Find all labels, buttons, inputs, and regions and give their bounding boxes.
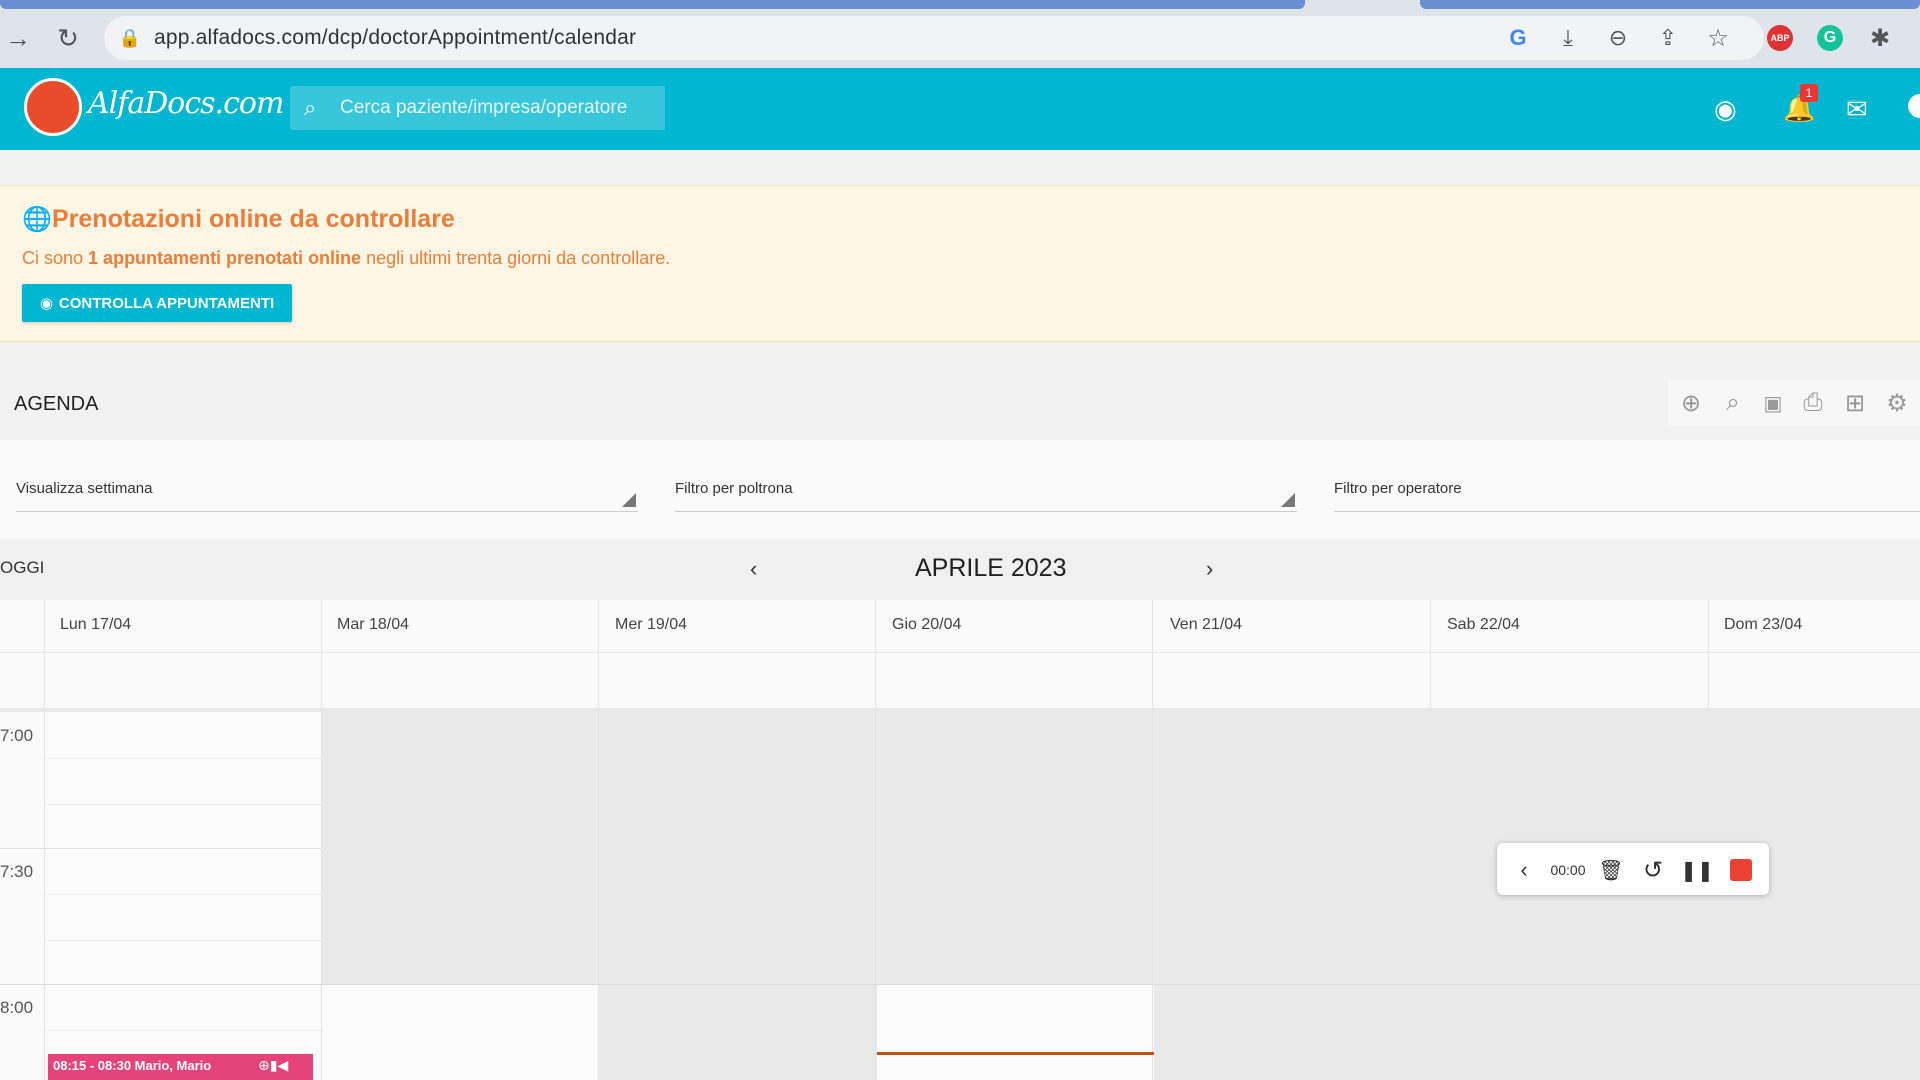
time-column [0, 712, 44, 1080]
day-label: Sab 22/04 [1447, 616, 1520, 633]
adblock-label: ABP [1767, 25, 1793, 51]
search-icon: ⌕ [304, 95, 317, 120]
alert-title: Prenotazioni online da controllare [52, 205, 455, 233]
time-label: 8:00 [0, 998, 34, 1017]
logo-icon[interactable] [24, 78, 82, 136]
download-icon[interactable]: ⤓ [1550, 20, 1586, 56]
mail-icon[interactable]: ✉ [1846, 94, 1868, 125]
add-icon[interactable]: ⊕ [1676, 388, 1706, 418]
settings-icon[interactable]: ⚙ [1882, 388, 1912, 418]
next-week-button[interactable]: › [1206, 556, 1213, 582]
stop-icon[interactable] [1726, 855, 1756, 885]
current-time-indicator [877, 1052, 1154, 1055]
chevron-down-icon [1281, 493, 1295, 507]
agenda-title: AGENDA [14, 393, 99, 415]
appointment-icons: ⊕▮◀ [258, 1057, 288, 1074]
available-slot[interactable] [877, 985, 1154, 1080]
back-icon[interactable]: → [0, 20, 36, 56]
globe-icon: ⊕ [258, 1057, 270, 1073]
search-placeholder[interactable]: Cerca paziente/impresa/operatore [340, 97, 627, 119]
column-line [598, 712, 599, 1080]
other-tab-indicator[interactable] [1420, 0, 1920, 9]
zoom-out-icon[interactable]: ⊖ [1600, 20, 1636, 56]
print-icon[interactable]: ⎙ [1798, 388, 1828, 418]
view-select[interactable]: Visualizza settimana [16, 480, 638, 512]
day-label: Gio 20/04 [892, 616, 962, 633]
alert-text-suffix: negli ultimi trenta giorni da controllar… [361, 248, 671, 268]
time-label: 7:30 [0, 862, 34, 881]
google-icon[interactable]: G [1500, 20, 1536, 56]
slot-line [44, 758, 321, 759]
time-label: 7:00 [0, 726, 34, 745]
slot-line [44, 1030, 321, 1031]
briefcase-clock-icon[interactable]: ⊞ [1840, 388, 1870, 418]
check-appointments-button[interactable]: ◉ CONTROLLA APPUNTAMENTI [22, 284, 292, 322]
globe-icon: 🌐 [22, 206, 52, 233]
eye-check-icon[interactable]: ◉ [1714, 94, 1737, 125]
star-icon[interactable]: ☆ [1700, 20, 1736, 56]
today-button[interactable]: OGGI [0, 558, 44, 578]
available-slot[interactable] [321, 985, 598, 1080]
column-line [1152, 712, 1153, 1080]
recorder-time: 00:00 [1550, 862, 1586, 878]
prev-week-button[interactable]: ‹ [750, 556, 757, 582]
video-icon: ▮◀ [269, 1057, 289, 1073]
calendar-icon[interactable]: ▣ [1758, 388, 1788, 418]
reload-icon[interactable]: ↻ [50, 20, 86, 56]
chair-filter-label: Filtro per poltrona [675, 480, 793, 497]
trash-icon[interactable]: 🗑 [1596, 855, 1626, 885]
day-label: Mar 18/04 [337, 616, 410, 633]
day-label: Dom 23/04 [1724, 616, 1803, 633]
notification-badge: 1 [1800, 84, 1818, 102]
day-label: Lun 17/04 [60, 616, 132, 633]
check-appointments-label: CONTROLLA APPUNTAMENTI [58, 294, 275, 312]
app-header [0, 68, 1920, 150]
active-tab-indicator[interactable] [0, 0, 1305, 9]
column-line [44, 712, 45, 1080]
column-line [875, 712, 876, 1080]
slot-line [44, 940, 321, 941]
slot-line [44, 894, 321, 895]
chevron-left-icon[interactable]: ‹ [1512, 855, 1536, 885]
grammarly-icon[interactable]: G [1812, 20, 1848, 56]
operator-filter-select[interactable]: Filtro per operatore [1334, 480, 1920, 512]
alert-text: Ci sono 1 appuntamenti prenotati online … [22, 248, 670, 269]
operator-filter-label: Filtro per operatore [1334, 480, 1462, 497]
restart-icon[interactable]: ↺ [1638, 855, 1668, 885]
lock-icon[interactable]: 🔒 [112, 20, 148, 56]
appointment-label: 08:15 - 08:30 Mario, Mario [53, 1058, 212, 1073]
view-select-label: Visualizza settimana [16, 480, 153, 497]
eye-icon: ◉ [39, 295, 53, 312]
tab-strip [0, 0, 1920, 10]
slot-line [44, 804, 321, 805]
agenda-bar [0, 368, 1920, 440]
day-label: Ven 21/04 [1170, 616, 1243, 633]
extensions-icon[interactable]: ✱ [1862, 20, 1898, 56]
chevron-down-icon [622, 493, 636, 507]
all-day-divider [0, 652, 1920, 653]
search-icon[interactable]: ⌕ [1718, 388, 1748, 418]
url-text[interactable]: app.alfadocs.com/dcp/doctorAppointment/c… [154, 26, 636, 50]
day-label: Mer 19/04 [615, 616, 688, 633]
adblock-icon[interactable]: ABP [1762, 20, 1798, 56]
alert-text-prefix: Ci sono [22, 248, 89, 268]
available-slot[interactable] [44, 712, 321, 1080]
column-line [321, 712, 322, 1080]
month-title: APRILE 2023 [915, 554, 1067, 582]
chair-filter-select[interactable]: Filtro per poltrona [675, 480, 1297, 512]
hour-line [0, 984, 1920, 985]
half-hour-line [0, 848, 321, 849]
pause-icon[interactable]: ❚❚ [1680, 855, 1714, 885]
alert-text-bold: 1 appuntamenti prenotati online [88, 248, 362, 268]
share-icon[interactable]: ⇪ [1650, 20, 1686, 56]
logo-text[interactable]: AlfaDocs.com [88, 86, 284, 121]
